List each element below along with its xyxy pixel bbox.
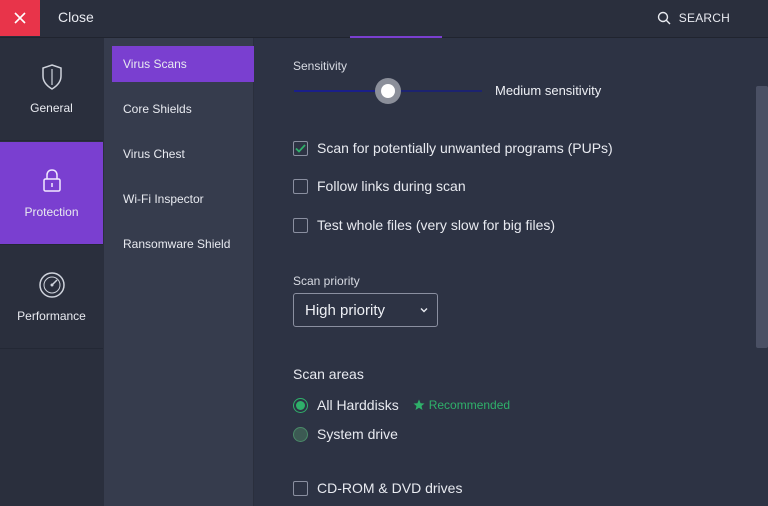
close-button[interactable]	[0, 0, 40, 36]
sensitivity-label: Sensitivity	[293, 59, 348, 73]
radio-system-drive[interactable]: System drive	[293, 426, 398, 442]
scan-priority-select[interactable]: High priority	[293, 293, 438, 327]
nav-item-label: Performance	[17, 309, 86, 323]
nav-item-performance[interactable]: Performance	[0, 246, 103, 349]
subnav-item-virus-scans[interactable]: Virus Scans	[112, 46, 257, 82]
search-icon	[657, 11, 671, 25]
shield-icon	[41, 64, 62, 90]
checkbox-label: Follow links during scan	[317, 178, 466, 194]
subnav-item-wifi-inspector[interactable]: Wi-Fi Inspector	[112, 181, 257, 217]
radio-button[interactable]	[293, 426, 308, 442]
checkbox-label: CD-ROM & DVD drives	[317, 480, 463, 496]
star-icon	[413, 399, 425, 410]
radio-label: All Harddisks	[317, 397, 399, 413]
recommended-badge: Recommended	[413, 398, 510, 412]
checkbox[interactable]	[293, 140, 308, 156]
sensitivity-slider-track-right	[396, 90, 482, 92]
sensitivity-value: Medium sensitivity	[495, 83, 602, 98]
chevron-down-icon	[420, 308, 428, 313]
subnav-item-virus-chest[interactable]: Virus Chest	[112, 136, 257, 172]
close-icon	[14, 12, 26, 24]
main-nav: General Protection Performance	[0, 38, 104, 506]
nav-item-protection[interactable]: Protection	[0, 142, 103, 245]
search-button[interactable]: SEARCH	[657, 11, 730, 25]
close-label[interactable]: Close	[58, 9, 94, 25]
subnav-item-core-shields[interactable]: Core Shields	[112, 91, 257, 127]
sub-nav: Virus Scans Core Shields Virus Chest Wi-…	[104, 38, 257, 506]
recommended-label: Recommended	[428, 398, 511, 412]
checkbox[interactable]	[293, 178, 308, 194]
checkbox-follow-links[interactable]: Follow links during scan	[293, 178, 466, 194]
checkbox-pups[interactable]: Scan for potentially unwanted programs (…	[293, 140, 613, 156]
speedometer-icon	[38, 272, 65, 298]
checkmark-icon	[295, 143, 306, 153]
subnav-item-ransomware-shield[interactable]: Ransomware Shield	[112, 226, 257, 262]
radio-all-harddisks[interactable]: All Harddisks Recommended	[293, 397, 510, 413]
scrollbar-thumb[interactable]	[756, 86, 768, 348]
radio-label: System drive	[317, 426, 398, 442]
sensitivity-slider-handle[interactable]	[375, 78, 401, 104]
settings-panel: Sensitivity Medium sensitivity Scan for …	[254, 38, 768, 506]
checkbox-label: Scan for potentially unwanted programs (…	[317, 140, 613, 156]
checkbox[interactable]	[293, 217, 308, 233]
checkbox-test-whole-files[interactable]: Test whole files (very slow for big file…	[293, 217, 555, 233]
search-label: SEARCH	[678, 11, 730, 25]
scan-priority-label: Scan priority	[293, 274, 360, 288]
checkbox[interactable]	[293, 480, 308, 496]
scan-areas-title: Scan areas	[293, 366, 364, 382]
checkbox-cdrom-dvd[interactable]: CD-ROM & DVD drives	[293, 480, 462, 496]
nav-item-general[interactable]: General	[0, 38, 103, 141]
scan-priority-value: High priority	[305, 301, 386, 319]
title-bar: Close SEARCH	[0, 0, 768, 38]
nav-item-label: Protection	[24, 205, 79, 219]
nav-item-label: General	[30, 101, 73, 115]
radio-button[interactable]	[293, 397, 308, 413]
checkbox-label: Test whole files (very slow for big file…	[317, 217, 556, 233]
lock-icon	[42, 169, 61, 192]
